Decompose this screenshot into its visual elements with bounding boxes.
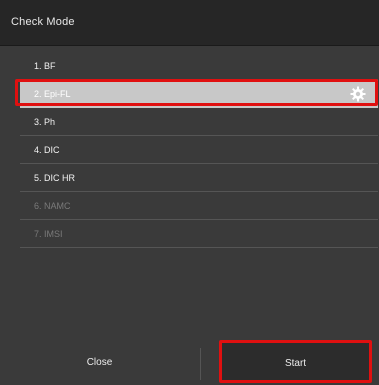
mode-item-epi-fl[interactable]: 2. Epi-FL — [20, 80, 378, 108]
check-mode-dialog: Check Mode 1. BF 2. Epi-FL 3. Ph 4. DIC … — [0, 0, 379, 385]
gear-icon[interactable] — [350, 86, 366, 102]
mode-label: 5. DIC HR — [34, 173, 76, 183]
mode-label: 1. BF — [34, 61, 56, 71]
mode-label: 7. IMSI — [34, 229, 63, 239]
mode-item-dic[interactable]: 4. DIC — [20, 136, 378, 164]
mode-label: 4. DIC — [34, 145, 60, 155]
start-button[interactable]: Start — [221, 343, 370, 383]
mode-label: 2. Epi-FL — [34, 89, 71, 99]
mode-label: 6. NAMC — [34, 201, 71, 211]
mode-item-ph[interactable]: 3. Ph — [20, 108, 378, 136]
mode-item-dic-hr[interactable]: 5. DIC HR — [20, 164, 378, 192]
mode-item-imsi: 7. IMSI — [20, 220, 378, 248]
footer-divider — [200, 348, 201, 380]
mode-item-bf[interactable]: 1. BF — [20, 52, 378, 80]
title-bar: Check Mode — [0, 0, 379, 46]
close-button[interactable]: Close — [0, 340, 199, 385]
mode-item-namc: 6. NAMC — [20, 192, 378, 220]
mode-label: 3. Ph — [34, 117, 56, 127]
dialog-title: Check Mode — [11, 16, 75, 28]
dialog-footer: Close Start — [0, 340, 379, 385]
mode-list: 1. BF 2. Epi-FL 3. Ph 4. DIC 5. DIC HR 6… — [20, 52, 378, 248]
